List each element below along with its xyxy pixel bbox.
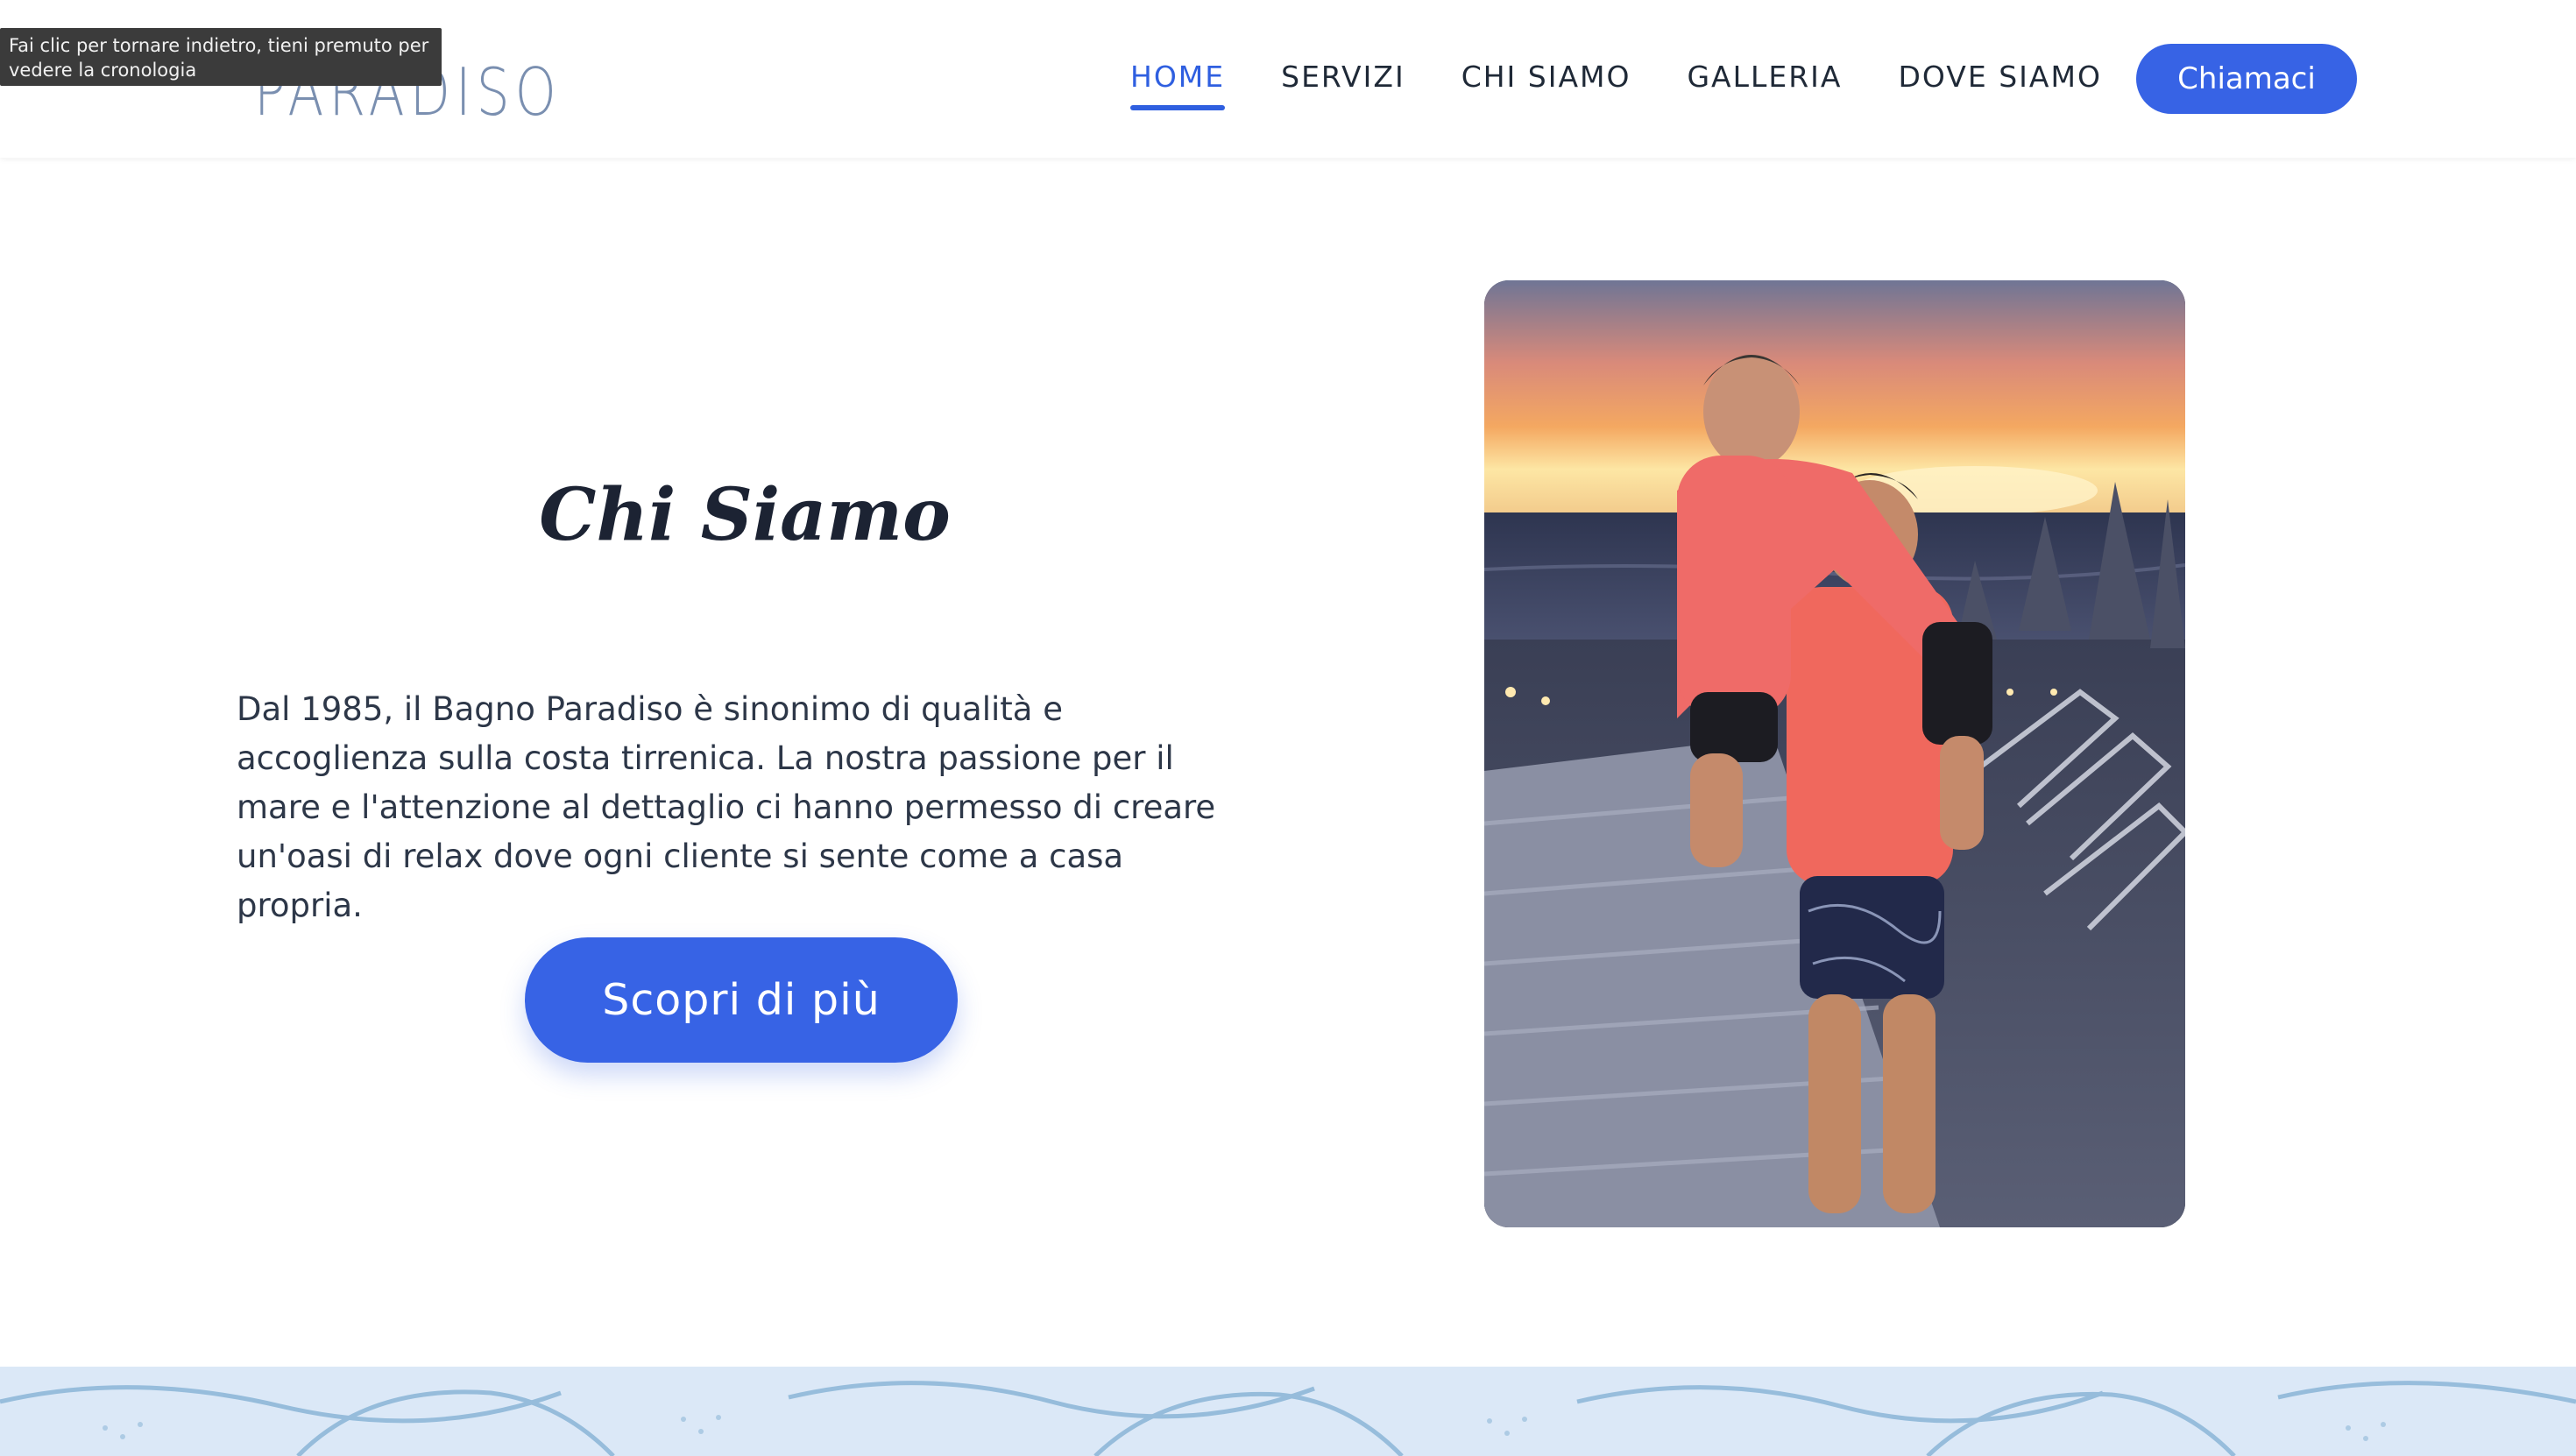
team-photo-illustration (1484, 280, 2185, 1227)
nav-item-servizi[interactable]: SERVIZI (1281, 56, 1405, 98)
back-button-tooltip: Fai clic per tornare indietro, tieni pre… (0, 28, 442, 86)
call-button[interactable]: Chiamaci (2136, 44, 2357, 114)
main-nav: HOME SERVIZI CHI SIAMO GALLERIA DOVE SIA… (1130, 56, 2158, 110)
tooltip-line-2: vedere la cronologia (9, 60, 197, 81)
nav-item-home[interactable]: HOME (1130, 56, 1226, 110)
discover-more-button[interactable]: Scopri di più (525, 937, 958, 1063)
section-description: Dal 1985, il Bagno Paradiso è sinonimo d… (237, 690, 1216, 924)
shell-pattern (0, 1381, 2576, 1456)
nav-item-dove-siamo[interactable]: DOVE SIAMO (1899, 56, 2102, 98)
nav-item-galleria[interactable]: GALLERIA (1687, 56, 1842, 98)
footer-decorative-band (0, 1367, 2576, 1456)
section-title: Chi Siamo (539, 473, 951, 557)
team-photo (1484, 280, 2185, 1227)
nav-item-chi-siamo[interactable]: CHI SIAMO (1461, 56, 1631, 98)
tooltip-line-1: Fai clic per tornare indietro, tieni pre… (9, 35, 429, 56)
